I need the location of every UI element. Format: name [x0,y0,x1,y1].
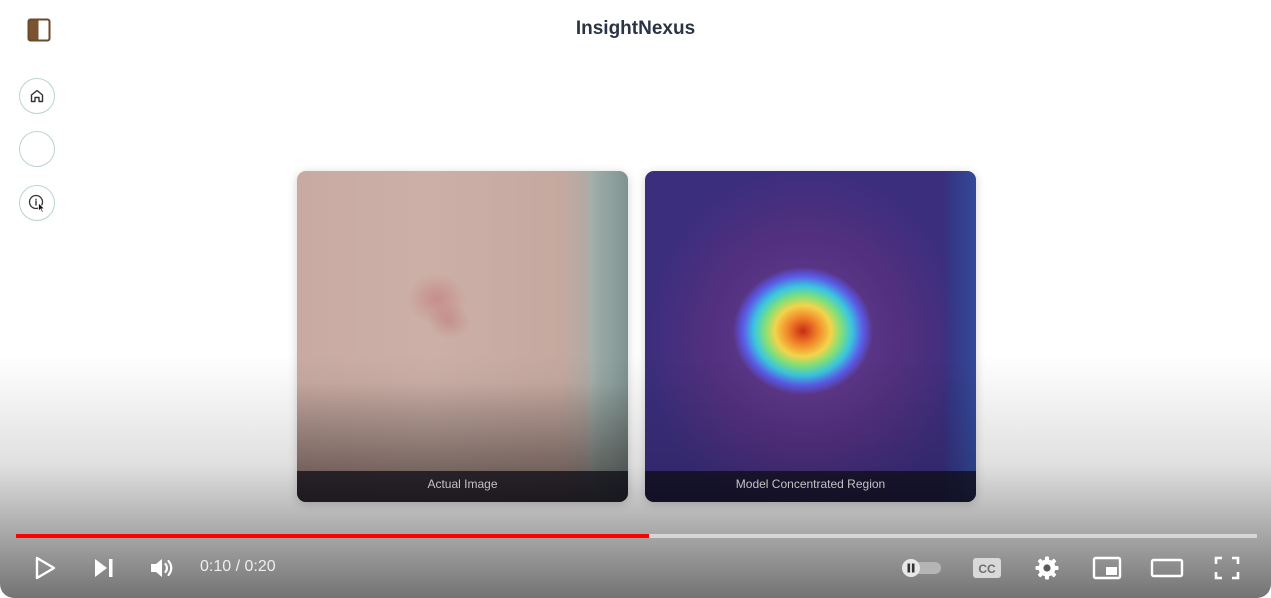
actual-image-card: Actual Image [297,171,628,502]
closed-captions-icon: CC [973,558,1001,578]
theater-mode-button[interactable] [1149,551,1185,585]
next-button[interactable] [89,551,119,585]
svg-text:CC: CC [978,562,996,576]
progress-bar[interactable] [16,534,1257,538]
fullscreen-icon [1214,556,1240,580]
captions-button[interactable]: CC [970,551,1004,585]
gear-icon [1035,556,1059,580]
actual-image-caption: Actual Image [297,471,628,502]
image-edge [946,171,976,502]
nav-info-button[interactable] [19,185,55,221]
home-icon [30,89,44,103]
skip-next-icon [95,559,113,577]
time-separator: / [231,558,245,575]
autoplay-toggle[interactable] [898,551,944,585]
autoplay-toggle-icon [902,559,941,577]
play-button[interactable] [30,551,60,585]
settings-button[interactable] [1031,551,1063,585]
info-icon [28,194,46,214]
duration: 0:20 [244,558,276,575]
volume-button[interactable] [146,551,178,585]
app-title: InsightNexus [575,18,696,39]
miniplayer-icon [1092,556,1122,580]
model-region-caption: Model Concentrated Region [645,471,976,502]
volume-icon [151,559,173,577]
miniplayer-button[interactable] [1090,551,1124,585]
nav-home-button[interactable] [19,78,55,114]
theater-mode-icon [1150,558,1184,578]
current-time: 0:10 [200,558,232,575]
player-gradient [0,355,1271,598]
time-display: 0:10 / 0:20 [200,558,276,576]
app-window: InsightNexus Actual Image Model Concentr… [0,0,1271,598]
nav-blank-button[interactable] [19,131,55,167]
play-icon [35,556,56,580]
model-heatmap-card: Model Concentrated Region [645,171,976,502]
fullscreen-button[interactable] [1211,551,1243,585]
progress-fill [16,534,649,538]
